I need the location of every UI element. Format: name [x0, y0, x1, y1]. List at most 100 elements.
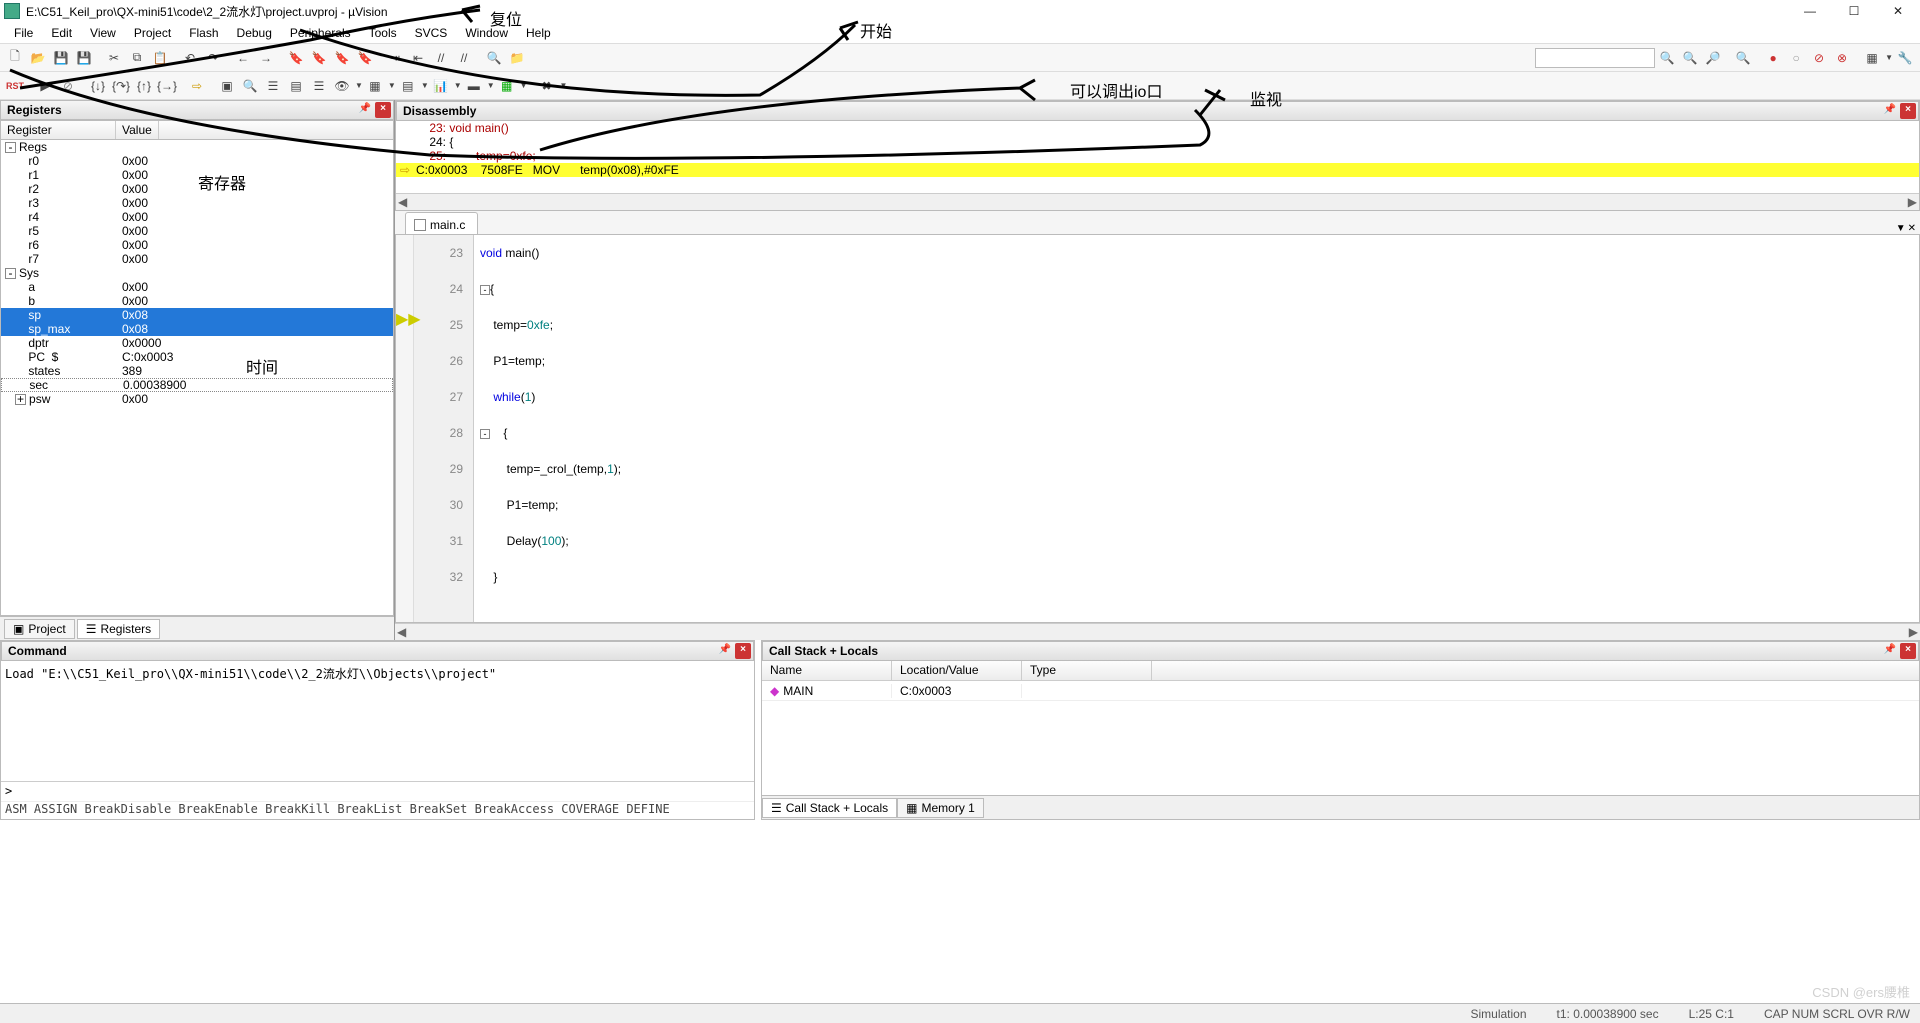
toolbox-icon[interactable]: ✖: [536, 75, 558, 97]
tab-project[interactable]: ▣ Project: [4, 619, 75, 639]
reg-group-regs[interactable]: -Regs: [1, 140, 393, 154]
tab-callstack[interactable]: ☰ Call Stack + Locals: [762, 798, 897, 818]
trace-icon[interactable]: ▬: [463, 75, 485, 97]
bookmark-clear-icon[interactable]: 🔖: [354, 47, 376, 69]
menu-file[interactable]: File: [6, 24, 41, 42]
window-icon[interactable]: ▦: [1861, 47, 1883, 69]
bookmark-prev-icon[interactable]: 🔖: [308, 47, 330, 69]
reg-sp[interactable]: sp0x08: [1, 308, 393, 322]
find-icon[interactable]: 🔍: [1656, 47, 1678, 69]
pin-icon[interactable]: 📌: [719, 644, 731, 655]
system-icon[interactable]: ▦: [496, 75, 518, 97]
reg-states[interactable]: states389: [1, 364, 393, 378]
paste-icon[interactable]: 📋: [149, 47, 171, 69]
breakpoint-kill-icon[interactable]: ⊗: [1831, 47, 1853, 69]
reg-r1[interactable]: r10x00: [1, 168, 393, 182]
pin-icon[interactable]: 📌: [1884, 644, 1896, 655]
reg-PC $[interactable]: PC $C:0x0003: [1, 350, 393, 364]
undo-icon[interactable]: ↶: [179, 47, 201, 69]
menu-peripherals[interactable]: Peripherals: [282, 24, 359, 42]
menu-edit[interactable]: Edit: [43, 24, 80, 42]
pin-icon[interactable]: 📌: [1884, 104, 1896, 115]
cut-icon[interactable]: ✂: [103, 47, 125, 69]
reg-group-sys[interactable]: -Sys: [1, 266, 393, 280]
reg-b[interactable]: b0x00: [1, 294, 393, 308]
indent-icon[interactable]: ⇥: [384, 47, 406, 69]
project-icon[interactable]: 📁: [506, 47, 528, 69]
redo-icon[interactable]: ↷: [202, 47, 224, 69]
incremental-icon[interactable]: 🔎: [1702, 47, 1724, 69]
step-out-icon[interactable]: {↑}: [133, 75, 155, 97]
close-pane-icon[interactable]: ×: [375, 102, 391, 118]
uncomment-icon[interactable]: //: [453, 47, 475, 69]
reg-r3[interactable]: r30x00: [1, 196, 393, 210]
stop-icon[interactable]: ⊘: [57, 75, 79, 97]
find-input[interactable]: [1535, 48, 1655, 68]
close-icon[interactable]: ✕: [1908, 223, 1916, 234]
analysis-icon[interactable]: 📊: [430, 75, 452, 97]
reset-icon[interactable]: RST: [4, 75, 26, 97]
minimize-button[interactable]: —: [1788, 0, 1832, 22]
menu-debug[interactable]: Debug: [229, 24, 280, 42]
menu-svcs[interactable]: SVCS: [407, 24, 456, 42]
reg-r7[interactable]: r70x00: [1, 252, 393, 266]
callstack-icon[interactable]: ☰: [308, 75, 330, 97]
outdent-icon[interactable]: ⇤: [407, 47, 429, 69]
maximize-button[interactable]: ☐: [1832, 0, 1876, 22]
close-button[interactable]: ✕: [1876, 0, 1920, 22]
menu-flash[interactable]: Flash: [181, 24, 226, 42]
reg-r6[interactable]: r60x00: [1, 238, 393, 252]
reg-sp_max[interactable]: sp_max0x08: [1, 322, 393, 336]
debug-icon[interactable]: 🔍: [1732, 47, 1754, 69]
symbols-icon[interactable]: ☰: [262, 75, 284, 97]
menu-help[interactable]: Help: [518, 24, 559, 42]
reg-psw[interactable]: +psw0x00: [1, 392, 393, 406]
memory-icon[interactable]: ▦: [364, 75, 386, 97]
reg-dptr[interactable]: dptr0x0000: [1, 336, 393, 350]
show-next-icon[interactable]: ⇨: [186, 75, 208, 97]
bookmark-icon[interactable]: 🔖: [285, 47, 307, 69]
scrollbar-h[interactable]: ◀▶: [396, 193, 1919, 210]
tab-registers[interactable]: ☰ Registers: [77, 619, 160, 639]
close-pane-icon[interactable]: ×: [735, 643, 751, 659]
close-pane-icon[interactable]: ×: [1900, 643, 1916, 659]
menu-tools[interactable]: Tools: [361, 24, 405, 42]
breakpoint-insert-icon[interactable]: ●: [1762, 47, 1784, 69]
run-to-cursor-icon[interactable]: {→}: [156, 75, 178, 97]
serial-icon[interactable]: ▤: [397, 75, 419, 97]
reg-r4[interactable]: r40x00: [1, 210, 393, 224]
find-all-icon[interactable]: 🔍: [1679, 47, 1701, 69]
reg-r5[interactable]: r50x00: [1, 224, 393, 238]
menu-view[interactable]: View: [82, 24, 124, 42]
reg-r2[interactable]: r20x00: [1, 182, 393, 196]
editor-scrollbar-h[interactable]: ◀▶: [395, 623, 1920, 640]
step-over-icon[interactable]: {↷}: [110, 75, 132, 97]
new-file-icon[interactable]: 🗋: [4, 47, 26, 69]
registers-tree[interactable]: -Regs r00x00 r10x00 r20x00 r30x00 r40x00…: [0, 140, 394, 616]
disasm-window-icon[interactable]: 🔍: [239, 75, 261, 97]
open-icon[interactable]: 📂: [27, 47, 49, 69]
save-icon[interactable]: 💾: [50, 47, 72, 69]
copy-icon[interactable]: ⧉: [126, 47, 148, 69]
locals-row[interactable]: ◆MAINC:0x0003: [762, 681, 1919, 701]
config-icon[interactable]: 🔧: [1894, 47, 1916, 69]
nav-back-icon[interactable]: ←: [232, 47, 254, 69]
find-scope-icon[interactable]: 🔍: [483, 47, 505, 69]
nav-fwd-icon[interactable]: →: [255, 47, 277, 69]
code-editor[interactable]: 23242526272829303132 void main()-{ temp=…: [395, 235, 1920, 623]
disassembly-body[interactable]: 23: void main() 24: { 25: temp=0xfe;⇨C:0…: [396, 121, 1919, 193]
bookmark-next-icon[interactable]: 🔖: [331, 47, 353, 69]
close-pane-icon[interactable]: ×: [1900, 103, 1916, 119]
tab-main-c[interactable]: main.c: [405, 212, 478, 234]
save-all-icon[interactable]: 💾: [73, 47, 95, 69]
dropdown-icon[interactable]: ▼: [1896, 223, 1906, 234]
menu-window[interactable]: Window: [457, 24, 516, 42]
command-window-icon[interactable]: ▣: [216, 75, 238, 97]
locals-body[interactable]: ◆MAINC:0x0003: [762, 681, 1919, 795]
registers-icon[interactable]: ▤: [285, 75, 307, 97]
reg-sec[interactable]: sec0.00038900: [1, 378, 393, 392]
breakpoint-enable-icon[interactable]: ○: [1785, 47, 1807, 69]
menu-project[interactable]: Project: [126, 24, 179, 42]
command-output[interactable]: Load "E:\\C51_Keil_pro\\QX-mini51\\code\…: [1, 661, 754, 781]
tab-memory1[interactable]: ▦ Memory 1: [897, 798, 984, 818]
